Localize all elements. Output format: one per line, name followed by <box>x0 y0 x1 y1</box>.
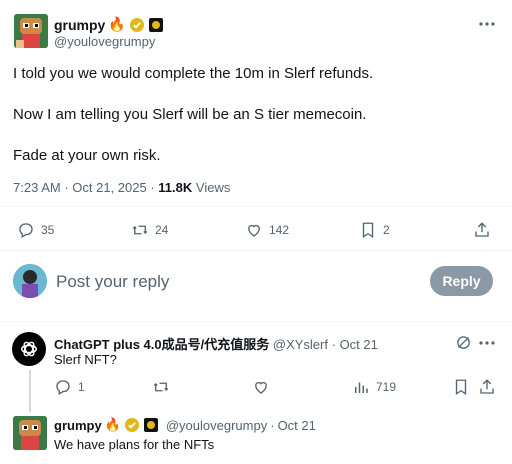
author-name-text[interactable]: grumpy <box>54 17 105 33</box>
reply-author-avatar[interactable] <box>13 416 47 450</box>
grok-icon[interactable] <box>455 334 472 351</box>
like-action[interactable]: 142 <box>245 221 289 239</box>
views-count: 11.8K <box>158 180 193 195</box>
bookmark-icon <box>362 222 374 239</box>
views-label: Views <box>195 180 231 195</box>
user-avatar[interactable] <box>13 264 47 298</box>
like-count: 142 <box>269 223 290 237</box>
share-action[interactable] <box>473 221 491 239</box>
reply-views-count: 719 <box>376 380 397 394</box>
divider <box>0 321 512 322</box>
bookmark-count: 2 <box>383 223 390 237</box>
openai-logo-icon <box>20 341 38 357</box>
share-icon <box>480 379 494 394</box>
reply-count: 35 <box>41 223 55 237</box>
reply-date[interactable]: Oct 21 <box>278 418 316 433</box>
verified-icon <box>129 17 144 32</box>
repost-icon <box>132 225 148 235</box>
reply-icon <box>56 380 70 395</box>
more-icon[interactable] <box>478 335 496 351</box>
repost-action[interactable]: 24 <box>131 221 168 239</box>
reply-author-name[interactable]: grumpy <box>54 418 102 433</box>
repost-icon <box>153 382 169 392</box>
repost-count: 24 <box>155 223 169 237</box>
author-avatar[interactable] <box>14 14 48 48</box>
reply-author-avatar[interactable] <box>12 332 46 366</box>
reply-header: grumpy 🔥 @youlovegrumpy · Oct 21 <box>54 417 316 433</box>
reply-text: We have plans for the NFTs <box>54 437 215 452</box>
reply-reply-action[interactable]: 1 <box>54 378 85 396</box>
reply-input[interactable]: Post your reply <box>56 272 169 292</box>
reply-share-action[interactable] <box>478 378 496 396</box>
reply-date[interactable]: Oct 21 <box>340 337 378 352</box>
reply-repost-action[interactable] <box>152 378 170 396</box>
reply-reply-count: 1 <box>78 380 85 394</box>
reply-views-action[interactable]: 719 <box>352 378 396 396</box>
like-icon <box>255 381 267 394</box>
post-meta: 7:23 AM · Oct 21, 2025 · 11.8K Views <box>13 180 231 195</box>
reply-like-action[interactable] <box>252 378 270 396</box>
divider <box>0 250 512 251</box>
verified-icon <box>124 418 139 432</box>
author-name[interactable]: grumpy 🔥 <box>54 16 164 33</box>
reply-author-handle[interactable]: @XYslerf <box>273 337 328 352</box>
share-icon <box>475 222 489 237</box>
like-icon <box>248 224 260 237</box>
bookmark-icon <box>455 379 467 396</box>
views-icon <box>355 382 368 393</box>
post-date[interactable]: Oct 21, 2025 <box>72 180 146 195</box>
bookmark-action[interactable]: 2 <box>359 221 390 239</box>
reply-text: Slerf NFT? <box>54 352 117 367</box>
fire-emoji: 🔥 <box>104 417 121 432</box>
reply-icon <box>19 223 33 238</box>
affiliate-badge-icon[interactable] <box>148 17 164 33</box>
author-handle[interactable]: @youlovegrumpy <box>54 34 155 49</box>
post-text-line-1: I told you we would complete the 10m in … <box>13 65 374 82</box>
thread-line <box>29 370 31 412</box>
reply-action[interactable]: 35 <box>17 221 54 239</box>
post-text-line-2: Now I am telling you Slerf will be an S … <box>13 106 367 123</box>
fire-emoji: 🔥 <box>108 16 126 32</box>
more-icon[interactable] <box>478 16 496 32</box>
affiliate-badge-icon[interactable] <box>143 417 159 433</box>
reply-author-handle[interactable]: @youlovegrumpy <box>166 418 267 433</box>
reply-bookmark-action[interactable] <box>452 378 470 396</box>
reply-button[interactable]: Reply <box>430 266 493 296</box>
reply-author-name[interactable]: ChatGPT plus 4.0成品号/代充值服务 <box>54 337 269 352</box>
reply-header: ChatGPT plus 4.0成品号/代充值服务 @XYslerf · Oct… <box>54 337 378 352</box>
divider <box>0 206 512 207</box>
post-time[interactable]: 7:23 AM <box>13 180 61 195</box>
post-text-line-3: Fade at your own risk. <box>13 147 161 164</box>
